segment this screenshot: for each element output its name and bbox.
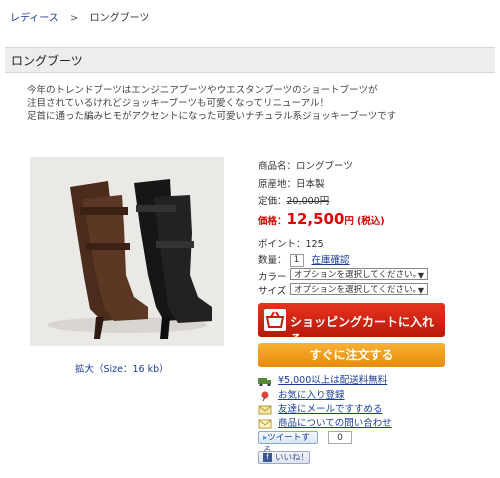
description-line: 足首に通った編みヒモがアクセントになった可愛いナチュラル系ジョッキーブーツです — [27, 111, 397, 122]
envelope-icon — [258, 405, 272, 415]
facebook-like-button[interactable]: f いいね！ — [258, 451, 310, 464]
zoom-link[interactable]: 拡大（Size：16 kb） — [75, 361, 169, 375]
boots-illustration — [30, 157, 224, 346]
like-label: いいね！ — [275, 453, 310, 463]
price-value: 12,500 — [286, 210, 345, 228]
color-label: カラー — [258, 272, 287, 283]
favorite-link[interactable]: お気に入り登録 — [258, 387, 345, 401]
shopping-basket-icon — [264, 309, 286, 331]
breadcrumb: レディース > ロングブーツ — [10, 9, 149, 24]
product-name-label: 商品名： — [258, 161, 297, 172]
color-select-value: オプションを選択してください。 — [294, 270, 421, 280]
inquiry-text: 商品についての問い合わせ — [278, 418, 392, 429]
size-select-value: オプションを選択してください。 — [294, 285, 421, 295]
favorite-text: お気に入り登録 — [278, 390, 345, 401]
email-friend-link[interactable]: 友達にメールですすめる — [258, 401, 383, 415]
tweet-count: 0 — [328, 431, 352, 444]
pin-icon — [258, 391, 272, 401]
price-tax-note: (税込) — [356, 216, 385, 227]
product-image[interactable] — [30, 157, 224, 346]
quantity-row: 数量： 1 在庫確認 — [258, 252, 350, 267]
breadcrumb-current: ロングブーツ — [89, 13, 150, 24]
size-select[interactable]: オプションを選択してください。 ▼ — [290, 283, 428, 295]
mail-icon — [258, 419, 272, 429]
price-unit: 円 — [344, 216, 354, 227]
price-label: 価格： — [258, 216, 287, 227]
quantity-input[interactable]: 1 — [289, 254, 304, 267]
inquiry-link[interactable]: 商品についての問い合わせ — [258, 415, 392, 429]
add-to-cart-button[interactable]: ショッピングカートに入れる — [258, 303, 445, 346]
list-price-label: 定価： — [258, 196, 287, 207]
points-value: 125 — [305, 239, 324, 250]
add-to-cart-label: ショッピングカートに入れる — [290, 315, 435, 346]
list-price-row: 定価：20,000円 — [258, 193, 329, 207]
free-shipping-link[interactable]: ¥5,000以上は配送料無料 — [258, 372, 387, 386]
facebook-icon: f — [263, 453, 272, 462]
quantity-label: 数量： — [258, 255, 287, 266]
chevron-down-icon: ▼ — [417, 271, 424, 280]
origin-value: 日本製 — [296, 179, 325, 190]
page-title: ロングブーツ — [11, 54, 83, 68]
truck-icon — [258, 376, 272, 386]
free-shipping-text: ¥5,000以上は配送料無料 — [278, 375, 388, 386]
price-row: 価格：12,500円 (税込) — [258, 210, 385, 228]
product-name-row: 商品名：ロングブーツ — [258, 158, 353, 172]
page-title-bar: ロングブーツ — [5, 47, 495, 73]
origin-row: 原産地：日本製 — [258, 176, 325, 190]
size-label: サイズ — [258, 286, 287, 297]
breadcrumb-parent-link[interactable]: レディース — [10, 13, 59, 24]
tweet-button[interactable]: ▸ツイートする — [258, 431, 318, 456]
points-label: ポイント： — [258, 239, 306, 250]
product-description: 今年のトレンドブーツはエンジニアブーツやウエスタンブーツのショートブーツが 注目… — [27, 84, 396, 123]
email-friend-text: 友達にメールですすめる — [278, 404, 383, 415]
description-line: 注目されているけれどジョッキーブーツも可愛くなってリニューアル！ — [27, 98, 330, 109]
order-now-button[interactable]: すぐに注文する — [258, 343, 445, 367]
points-row: ポイント：125 — [258, 236, 324, 250]
description-line: 今年のトレンドブーツはエンジニアブーツやウエスタンブーツのショートブーツが — [27, 85, 378, 96]
breadcrumb-separator: > — [70, 13, 79, 24]
product-name: ロングブーツ — [296, 161, 353, 172]
origin-label: 原産地： — [258, 179, 297, 190]
chevron-down-icon: ▼ — [417, 286, 424, 295]
list-price-value: 20,000円 — [286, 196, 330, 207]
stock-check-link[interactable]: 在庫確認 — [312, 255, 350, 266]
color-select[interactable]: オプションを選択してください。 ▼ — [290, 268, 428, 280]
